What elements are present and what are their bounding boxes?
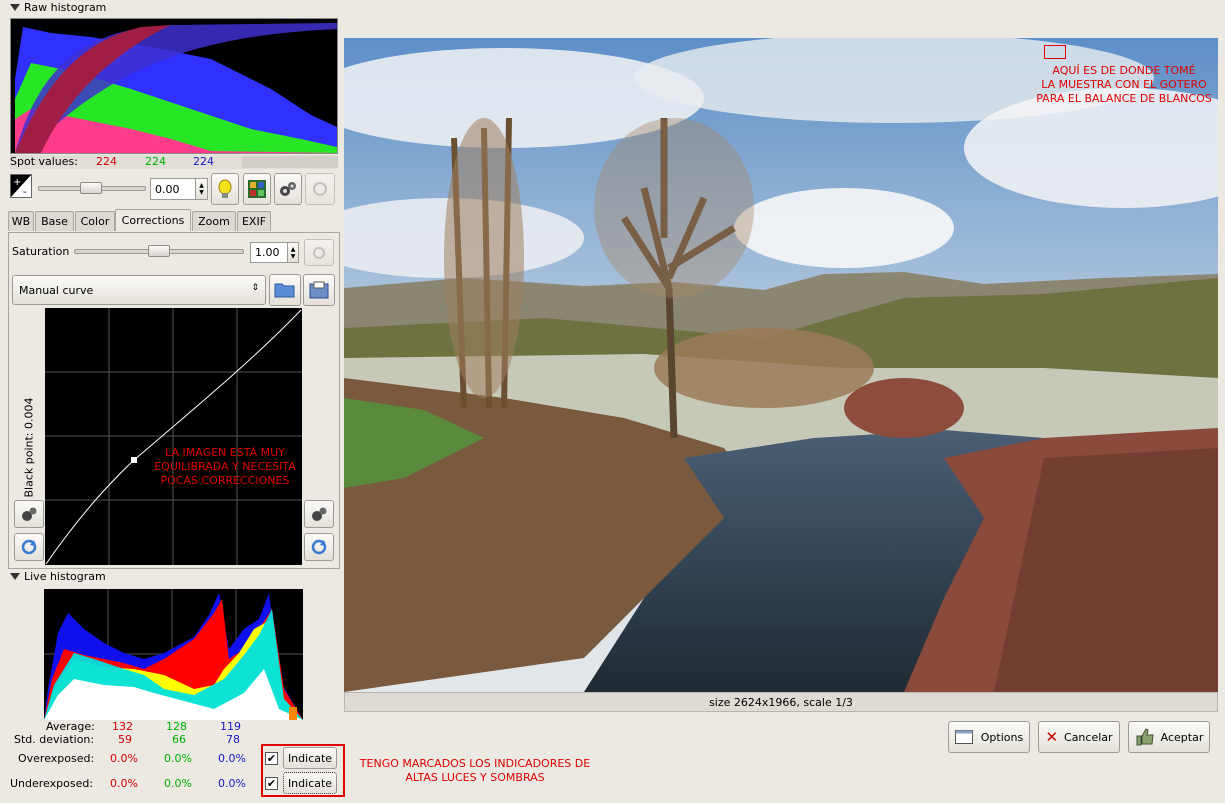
landscape-photo — [344, 38, 1218, 692]
overexposed-indicate-button[interactable]: Indicate — [283, 747, 337, 769]
average-green: 128 — [166, 720, 187, 733]
exposure-input[interactable]: 0.00 — [150, 178, 196, 200]
cancel-x-icon: ✕ — [1045, 728, 1059, 746]
std-red: 59 — [118, 733, 132, 746]
raw-histogram-plot — [11, 19, 337, 153]
live-histogram-expander[interactable]: Live histogram — [10, 570, 106, 583]
curve-plot — [45, 308, 302, 565]
save-icon — [309, 281, 329, 299]
spot-value-red: 224 — [96, 155, 117, 168]
curve-options-button-right[interactable] — [304, 500, 334, 528]
live-histogram-label: Live histogram — [24, 570, 106, 583]
reset-exposure-button[interactable] — [305, 173, 335, 205]
image-status-bar: size 2624x1966, scale 1/3 — [344, 692, 1218, 712]
tab-wb[interactable]: WB — [8, 211, 34, 231]
average-label: Average: — [46, 720, 95, 733]
gears-icon — [22, 507, 37, 521]
curve-reset-button-left[interactable] — [14, 533, 44, 561]
overexposed-checkbox[interactable]: ✔ — [265, 752, 278, 765]
overexposed-blue: 0.0% — [218, 752, 246, 765]
exposure-spinner[interactable]: ▲ ▼ — [196, 178, 208, 200]
spot-values-bar: Spot values: 224 224 224 — [10, 155, 338, 169]
cancel-button[interactable]: ✕ Cancelar — [1038, 721, 1120, 753]
gears-icon — [280, 182, 296, 196]
raw-histogram-expander[interactable]: Raw histogram — [10, 1, 106, 14]
image-size-text: size 2624x1966, scale 1/3 — [709, 695, 853, 709]
underexposed-indicate-button[interactable]: Indicate — [283, 772, 337, 794]
curve-annotation: LA IMAGEN ESTÁ MUY EQUILIBRADA Y NECESIT… — [154, 446, 296, 487]
save-curve-button[interactable] — [303, 274, 335, 306]
raw-histogram — [10, 18, 338, 154]
overexposed-green: 0.0% — [164, 752, 192, 765]
refresh-icon — [313, 246, 325, 259]
live-histogram-plot — [44, 589, 303, 720]
tab-corrections[interactable]: Corrections — [115, 209, 191, 231]
open-curve-button[interactable] — [269, 274, 301, 306]
tab-bar: WB Base Color Corrections Zoom EXIF — [8, 209, 340, 233]
curve-anchor-point[interactable] — [131, 457, 137, 463]
svg-text:-: - — [23, 187, 27, 197]
white-balance-annotation: AQUÍ ES DE DONDE TOMÉ LA MUESTRA CON EL … — [1036, 64, 1212, 105]
exposure-slider-knob[interactable] — [80, 182, 102, 194]
average-blue: 119 — [220, 720, 241, 733]
color-chart-button[interactable] — [243, 173, 271, 205]
refresh-icon — [313, 182, 327, 196]
expander-arrow-icon — [10, 4, 20, 11]
black-point-label: Black point: 0.004 — [22, 397, 36, 498]
spot-value-blue: 224 — [193, 155, 214, 168]
refresh-icon — [311, 539, 327, 555]
tab-exif[interactable]: EXIF — [237, 211, 271, 231]
std-blue: 78 — [226, 733, 240, 746]
underexposed-green: 0.0% — [164, 777, 192, 790]
curve-options-button-left[interactable] — [14, 500, 44, 528]
underexposed-blue: 0.0% — [218, 777, 246, 790]
std-deviation-label: Std. deviation: — [14, 733, 95, 746]
auto-exposure-button[interactable] — [211, 173, 239, 205]
curve-reset-button-right[interactable] — [304, 533, 334, 561]
options-button[interactable]: Options — [948, 721, 1030, 753]
live-histogram — [44, 589, 303, 720]
curve-type-select[interactable]: Manual curve ⇕ — [12, 275, 266, 305]
lightbulb-icon — [218, 179, 232, 198]
saturation-input[interactable]: 1.00 — [250, 242, 288, 263]
color-grid-icon — [248, 180, 266, 198]
reset-saturation-button[interactable] — [304, 239, 334, 266]
overexposed-label: Overexposed: — [18, 752, 95, 765]
svg-text:+: + — [13, 177, 21, 188]
spot-color-swatch — [242, 156, 338, 168]
underexposed-red: 0.0% — [110, 777, 138, 790]
std-green: 66 — [172, 733, 186, 746]
refresh-icon — [21, 539, 37, 555]
thumbs-up-icon — [1136, 728, 1154, 746]
window-icon — [954, 730, 973, 744]
image-preview[interactable]: AQUÍ ES DE DONDE TOMÉ LA MUESTRA CON EL … — [344, 38, 1218, 692]
saturation-spinner[interactable]: ▲ ▼ — [288, 242, 299, 263]
select-arrows-icon: ⇕ — [251, 283, 259, 293]
tab-base[interactable]: Base — [35, 211, 74, 231]
saturation-slider-knob[interactable] — [148, 245, 170, 257]
tab-zoom[interactable]: Zoom — [192, 211, 236, 231]
spot-value-green: 224 — [145, 155, 166, 168]
average-red: 132 — [112, 720, 133, 733]
exposure-icon: + - — [10, 174, 32, 198]
curve-type-value: Manual curve — [19, 283, 94, 297]
underexposed-checkbox[interactable]: ✔ — [265, 777, 278, 790]
gears-icon — [312, 507, 327, 521]
accept-button[interactable]: Aceptar — [1128, 721, 1210, 753]
raw-histogram-label: Raw histogram — [24, 1, 107, 14]
folder-open-icon — [274, 283, 295, 298]
saturation-label: Saturation — [12, 245, 70, 258]
black-point-label-wrap: Black point: 0.004 — [20, 395, 38, 505]
white-balance-sample-marker — [1044, 45, 1066, 59]
underexposed-label: Underexposed: — [10, 777, 94, 790]
overexposed-red: 0.0% — [110, 752, 138, 765]
curve-editor[interactable]: LA IMAGEN ESTÁ MUY EQUILIBRADA Y NECESIT… — [45, 308, 302, 565]
spot-values-label: Spot values: — [10, 155, 78, 168]
tab-color[interactable]: Color — [75, 211, 115, 231]
expander-arrow-icon — [10, 573, 20, 580]
settings-button[interactable] — [274, 173, 302, 205]
indicators-annotation: TENGO MARCADOS LOS INDICADORES DE ALTAS … — [359, 757, 591, 784]
